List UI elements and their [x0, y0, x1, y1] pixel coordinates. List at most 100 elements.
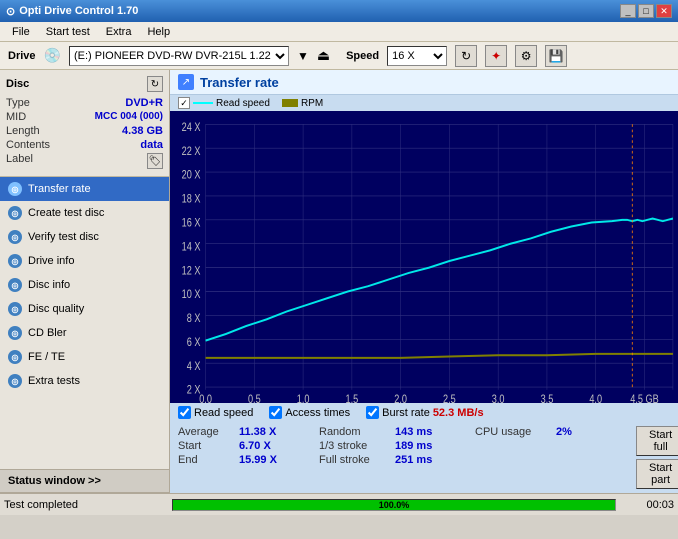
chart-area: 2 X 4 X 6 X 8 X 10 X 12 X 14 X 16 X 18 X…: [170, 111, 678, 403]
drive-icon: 💿: [44, 47, 61, 64]
menu-extra[interactable]: Extra: [98, 24, 140, 40]
stats-full-stroke-row: Full stroke 251 ms: [319, 454, 455, 466]
status-window-label: Status window >>: [8, 475, 101, 487]
close-button[interactable]: ✕: [656, 4, 672, 18]
svg-text:12 X: 12 X: [182, 264, 201, 277]
nav-verify-test-disc[interactable]: ◎ Verify test disc: [0, 225, 169, 249]
drive-bar: Drive 💿 (E:) PIONEER DVD-RW DVR-215L 1.2…: [0, 42, 678, 70]
disc-info-icon: ◎: [8, 278, 22, 292]
start-full-button[interactable]: Start full: [636, 426, 678, 456]
svg-text:18 X: 18 X: [182, 192, 201, 205]
svg-text:0.0: 0.0: [199, 393, 212, 403]
access-times-checkbox-input[interactable]: [269, 406, 282, 419]
rpm-color: [282, 99, 298, 107]
extra-tests-icon: ◎: [8, 374, 22, 388]
svg-text:10 X: 10 X: [182, 288, 201, 301]
transfer-rate-header: ↗ Transfer rate: [170, 70, 678, 95]
disc-length-row: Length 4.38 GB: [6, 124, 163, 138]
main-layout: Disc ↻ Type DVD+R MID MCC 004 (000) Leng…: [0, 70, 678, 493]
stats-cpu-row: CPU usage 2%: [475, 426, 616, 438]
burst-rate-value: 52.3 MB/s: [433, 407, 484, 419]
nav-create-test-disc[interactable]: ◎ Create test disc: [0, 201, 169, 225]
disc-panel: Disc ↻ Type DVD+R MID MCC 004 (000) Leng…: [0, 70, 169, 177]
svg-text:16 X: 16 X: [182, 216, 201, 229]
minimize-button[interactable]: _: [620, 4, 636, 18]
disc-header: Disc ↻: [6, 76, 163, 92]
stats-middle: Random 143 ms 1/3 stroke 189 ms Full str…: [319, 426, 455, 466]
read-speed-checkbox-input[interactable]: [178, 406, 191, 419]
nav-disc-quality[interactable]: ◎ Disc quality: [0, 297, 169, 321]
svg-text:3.5: 3.5: [541, 393, 554, 403]
disc-label-row: Label 🏷: [6, 152, 163, 170]
menu-help[interactable]: Help: [139, 24, 178, 40]
stats-area: Average 11.38 X Start 6.70 X End 15.99 X…: [170, 422, 678, 493]
cd-bler-icon: ◎: [8, 326, 22, 340]
maximize-button[interactable]: □: [638, 4, 654, 18]
nav-cd-bler-label: CD Bler: [28, 327, 67, 339]
svg-text:22 X: 22 X: [182, 145, 201, 158]
settings-button[interactable]: ⚙: [515, 45, 537, 67]
svg-text:4 X: 4 X: [187, 360, 201, 373]
status-window-button[interactable]: Status window >>: [0, 469, 169, 493]
save-button[interactable]: 💾: [545, 45, 567, 67]
nav-fe-te[interactable]: ◎ FE / TE: [0, 345, 169, 369]
test-completed-label: Test completed: [4, 499, 164, 511]
nav-transfer-rate[interactable]: ◎ Transfer rate: [0, 177, 169, 201]
start-part-button[interactable]: Start part: [636, 459, 678, 489]
disc-mid-label: MID: [6, 111, 26, 123]
read-speed-label: Read speed: [216, 98, 270, 109]
read-speed-check-group: Read speed: [178, 406, 253, 419]
speed-select[interactable]: 16 X: [387, 46, 447, 66]
nav-drive-info[interactable]: ◎ Drive info: [0, 249, 169, 273]
speed-label: Speed: [346, 50, 379, 62]
burst-rate-checkbox-input[interactable]: [366, 406, 379, 419]
app-icon: ⊙: [6, 5, 15, 18]
disc-label-button[interactable]: 🏷: [147, 153, 163, 169]
eject-icon[interactable]: ⏏: [317, 47, 330, 64]
legend-area: ✓ Read speed RPM: [170, 95, 678, 111]
nav-disc-info-label: Disc info: [28, 279, 70, 291]
stats-buttons: Start full Start part: [636, 426, 678, 489]
app-title: Opti Drive Control 1.70: [19, 5, 138, 17]
drive-select[interactable]: (E:) PIONEER DVD-RW DVR-215L 1.22: [69, 46, 289, 66]
verify-test-disc-icon: ◎: [8, 230, 22, 244]
svg-text:24 X: 24 X: [182, 121, 201, 134]
menu-bar: File Start test Extra Help: [0, 22, 678, 42]
burst-rate-check-label: Burst rate: [382, 407, 430, 419]
stats-1-3-stroke-value: 189 ms: [395, 440, 455, 452]
sidebar: Disc ↻ Type DVD+R MID MCC 004 (000) Leng…: [0, 70, 170, 493]
content-area: ↗ Transfer rate ✓ Read speed RPM: [170, 70, 678, 493]
erase-button[interactable]: ✦: [485, 45, 507, 67]
transfer-rate-title: Transfer rate: [200, 75, 279, 90]
stats-full-stroke-label: Full stroke: [319, 454, 389, 466]
menu-file[interactable]: File: [4, 24, 38, 40]
stats-start-label: Start: [178, 440, 233, 452]
disc-refresh-button[interactable]: ↻: [147, 76, 163, 92]
progress-text: 100.0%: [173, 500, 615, 510]
menu-start-test[interactable]: Start test: [38, 24, 98, 40]
stats-average-value: 11.38 X: [239, 426, 299, 438]
fe-te-icon: ◎: [8, 350, 22, 364]
disc-length-value: 4.38 GB: [122, 125, 163, 137]
svg-text:20 X: 20 X: [182, 169, 201, 182]
disc-type-value: DVD+R: [125, 97, 163, 109]
chart-svg: 2 X 4 X 6 X 8 X 10 X 12 X 14 X 16 X 18 X…: [170, 111, 678, 403]
disc-label-label: Label: [6, 153, 33, 169]
refresh-button[interactable]: ↻: [455, 45, 477, 67]
disc-contents-label: Contents: [6, 139, 50, 151]
stats-full-stroke-value: 251 ms: [395, 454, 455, 466]
stats-random-value: 143 ms: [395, 426, 455, 438]
nav-disc-info[interactable]: ◎ Disc info: [0, 273, 169, 297]
nav-cd-bler[interactable]: ◎ CD Bler: [0, 321, 169, 345]
transfer-rate-header-icon: ↗: [178, 74, 194, 90]
nav-extra-tests[interactable]: ◎ Extra tests: [0, 369, 169, 393]
stats-cpu-value: 2%: [556, 426, 616, 438]
drive-label: Drive: [8, 50, 36, 62]
svg-text:8 X: 8 X: [187, 312, 201, 325]
nav-items: ◎ Transfer rate ◎ Create test disc ◎ Ver…: [0, 177, 169, 469]
timer: 00:03: [624, 499, 674, 511]
read-speed-checkbox[interactable]: ✓: [178, 97, 190, 109]
arrow-icon: ▼: [297, 49, 309, 63]
svg-text:2.0: 2.0: [394, 393, 407, 403]
nav-disc-quality-label: Disc quality: [28, 303, 84, 315]
